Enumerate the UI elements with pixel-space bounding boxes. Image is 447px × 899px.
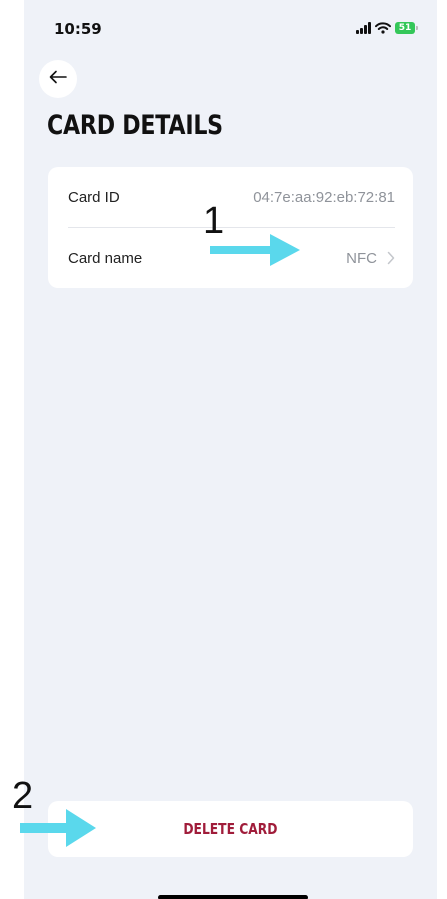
annotation-arrow-2 (20, 809, 96, 847)
card-name-label: Card name (68, 249, 143, 267)
status-icons: 51 (356, 22, 418, 34)
annotation-arrow-1 (210, 234, 300, 266)
home-indicator (158, 895, 308, 899)
delete-card-label: DELETE CARD (183, 820, 278, 838)
arrow-left-icon (49, 70, 67, 89)
back-button[interactable] (39, 60, 77, 98)
card-id-value: 04:7e:aa:92:eb:72:81 (253, 188, 395, 206)
card-id-label: Card ID (68, 188, 120, 206)
status-time: 10:59 (54, 20, 102, 38)
page-title: CARD DETAILS (47, 110, 223, 141)
card-id-row: Card ID 04:7e:aa:92:eb:72:81 (68, 167, 395, 228)
delete-card-button[interactable]: DELETE CARD (48, 801, 413, 857)
card-name-value-group: NFC (346, 250, 395, 267)
card-name-value: NFC (346, 249, 377, 267)
wifi-icon (375, 22, 391, 34)
signal-icon (356, 22, 371, 34)
battery-icon: 51 (395, 22, 418, 34)
phone-screen: 10:59 51 CARD DETAILS Card ID 04:7e:aa:9… (24, 0, 437, 899)
card-details-panel: Card ID 04:7e:aa:92:eb:72:81 Card name N… (48, 167, 413, 288)
chevron-right-icon (387, 251, 395, 265)
